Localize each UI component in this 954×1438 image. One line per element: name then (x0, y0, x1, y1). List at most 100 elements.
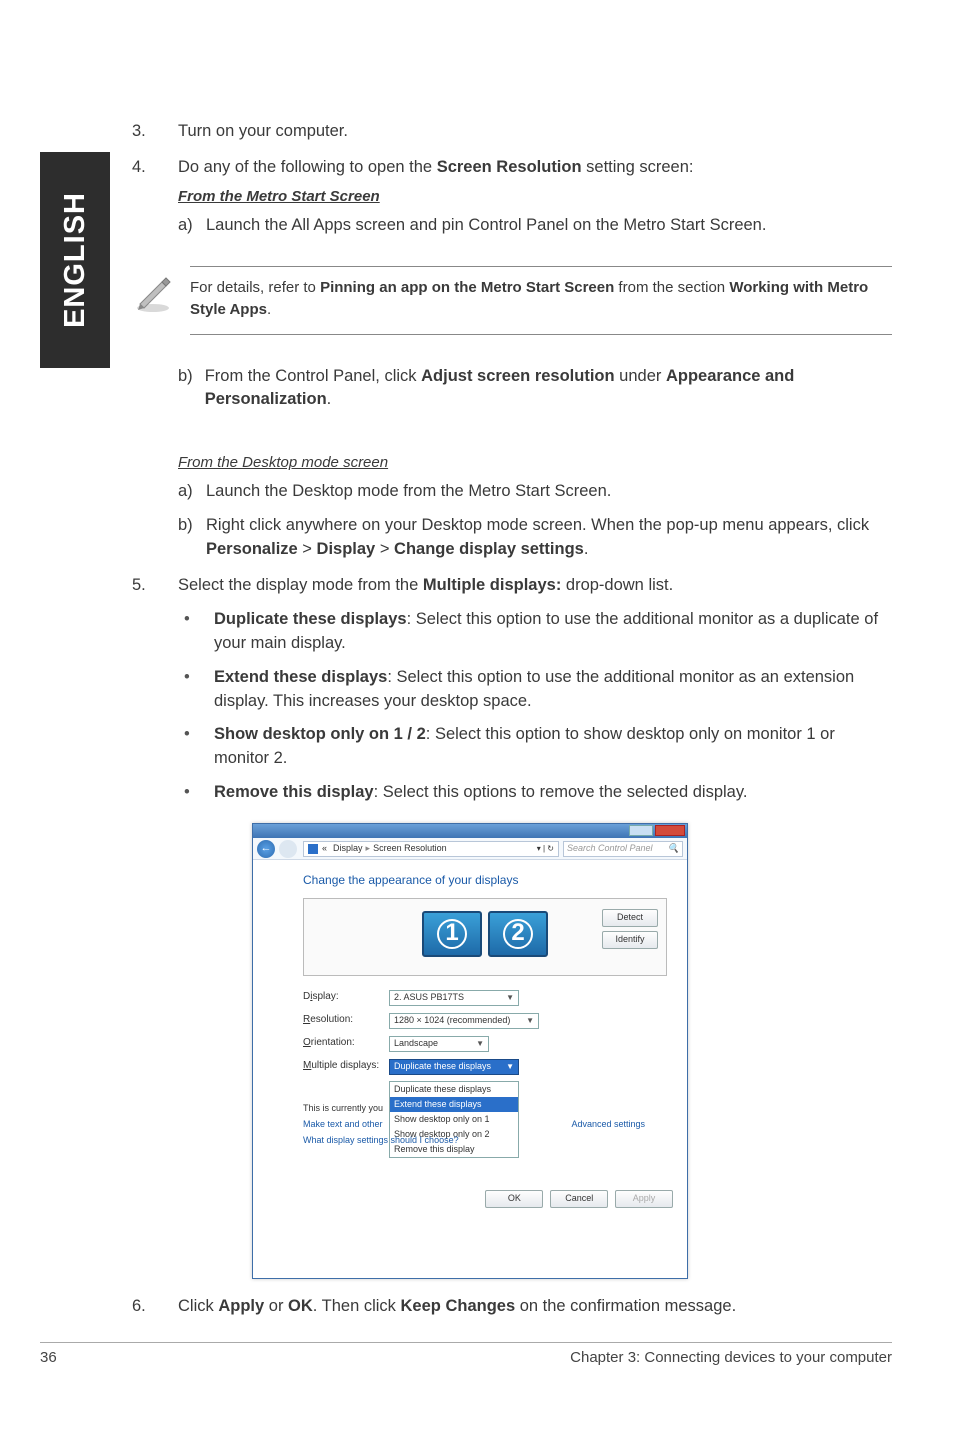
substep-text: From the Control Panel, click Adjust scr… (205, 365, 892, 413)
orientation-row: Orientation: Landscape▼ (303, 1036, 667, 1052)
step-body: Select the display mode from the Multipl… (178, 574, 892, 805)
window-titlebar[interactable] (253, 824, 687, 838)
step-number: 4. (132, 156, 178, 238)
chapter-title: Chapter 3: Connecting devices to your co… (570, 1349, 892, 1366)
step-text: Turn on your computer. (178, 120, 892, 144)
apply-button[interactable]: Apply (615, 1190, 673, 1208)
window: ← « Display ▸ Screen Resolution ▾ | ↻ Se… (252, 823, 688, 1279)
resolution-combo[interactable]: 1280 × 1024 (recommended) ▼ (389, 1013, 539, 1029)
bold-text: Adjust screen resolution (421, 367, 614, 385)
substep-label: b) (178, 365, 205, 413)
window-body: Change the appearance of your displays 1… (253, 860, 687, 1182)
page: ENGLISH 3. Turn on your computer. 4. Do … (0, 0, 954, 1438)
forward-button[interactable] (279, 840, 297, 858)
bullet-duplicate: • Duplicate these displays: Select this … (178, 608, 892, 656)
help-link[interactable]: What display settings should I choose? (303, 1135, 459, 1145)
step-4: 4. Do any of the following to open the S… (132, 156, 892, 238)
display-combo[interactable]: 2. ASUS PB17TS ▼ (389, 990, 519, 1006)
breadcrumb-item[interactable]: Screen Resolution (373, 842, 447, 855)
substep-text: Right click anywhere on your Desktop mod… (206, 514, 892, 562)
bullet-dot: • (178, 723, 214, 771)
bullet-text: Duplicate these displays: Select this op… (214, 608, 892, 656)
step-5: 5. Select the display mode from the Mult… (132, 574, 892, 805)
bold-text: Multiple displays: (423, 576, 561, 594)
window-heading: Change the appearance of your displays (303, 872, 667, 889)
text: setting screen: (582, 158, 694, 176)
bold-text: Remove this display (214, 783, 374, 801)
search-input[interactable]: Search Control Panel 🔍 (563, 841, 683, 857)
multiple-displays-label: Multiple displays: (303, 1059, 389, 1074)
resolution-label: Resolution: (303, 1013, 389, 1028)
bold-text: Duplicate these displays (214, 610, 407, 628)
display-label: Display: (303, 990, 389, 1005)
substep-4a: a) Launch the All Apps screen and pin Co… (178, 214, 892, 238)
substep-label: a) (178, 214, 206, 238)
step-number: 3. (132, 120, 178, 144)
close-button[interactable] (655, 825, 685, 836)
text: on the confirmation message. (515, 1297, 736, 1315)
cancel-button[interactable]: Cancel (550, 1190, 608, 1208)
screen-resolution-screenshot: ← « Display ▸ Screen Resolution ▾ | ↻ Se… (252, 823, 892, 1279)
bullet-dot: • (178, 666, 214, 714)
substep-text: Launch the Desktop mode from the Metro S… (206, 480, 892, 504)
bold-text: Extend these displays (214, 668, 387, 686)
back-button[interactable]: ← (257, 840, 275, 858)
substep-desktop-b: b) Right click anywhere on your Desktop … (178, 514, 892, 562)
step-number: 5. (132, 574, 178, 805)
multiple-displays-combo[interactable]: Duplicate these displays▼ (389, 1059, 519, 1075)
text: > (375, 540, 394, 558)
monitor-1[interactable]: 1 (422, 911, 482, 957)
advanced-settings-link[interactable]: Advanced settings (571, 1118, 645, 1131)
breadcrumb[interactable]: « Display ▸ Screen Resolution ▾ | ↻ (303, 841, 559, 857)
chevron-down-icon: ▼ (506, 992, 514, 1004)
language-tab: ENGLISH (40, 152, 110, 368)
text: . (327, 390, 332, 408)
step-text: Click Apply or OK. Then click Keep Chang… (178, 1295, 892, 1319)
dialog-buttons: OK Cancel Apply (253, 1182, 687, 1218)
subheading-desktop: From the Desktop mode screen (178, 452, 892, 474)
bullet-show-only: • Show desktop only on 1 / 2: Select thi… (178, 723, 892, 771)
text: or (264, 1297, 288, 1315)
ok-button[interactable]: OK (485, 1190, 543, 1208)
note-callout: For details, refer to Pinning an app on … (132, 266, 892, 335)
combo-value: 1280 × 1024 (recommended) (394, 1014, 510, 1027)
note-text: For details, refer to Pinning an app on … (190, 266, 892, 335)
monitor-preview[interactable]: 1 2 Detect Identify (303, 898, 667, 976)
content: 3. Turn on your computer. 4. Do any of t… (132, 120, 892, 1319)
step-6: 6. Click Apply or OK. Then click Keep Ch… (132, 1295, 892, 1319)
dropdown-option[interactable]: Duplicate these displays (390, 1082, 518, 1097)
substep-4b: b) From the Control Panel, click Adjust … (178, 365, 892, 413)
combo-value: 2. ASUS PB17TS (394, 991, 464, 1004)
text: from the section (614, 279, 729, 296)
bold-text: OK (288, 1297, 313, 1315)
detect-button[interactable]: Detect (602, 909, 658, 927)
text: . Then click (313, 1297, 401, 1315)
substep-desktop-a: a) Launch the Desktop mode from the Metr… (178, 480, 892, 504)
search-placeholder: Search Control Panel (567, 842, 653, 855)
identify-button[interactable]: Identify (602, 931, 658, 949)
orientation-combo[interactable]: Landscape▼ (389, 1036, 489, 1052)
desktop-mode-section: From the Desktop mode screen a) Launch t… (178, 452, 892, 562)
breadcrumb-item[interactable]: Display (333, 842, 363, 855)
bold-text: Change display settings (394, 540, 584, 558)
bold-text: Show desktop only on 1 / 2 (214, 725, 426, 743)
orientation-label: Orientation: (303, 1036, 389, 1051)
text: Do any of the following to open the (178, 158, 437, 176)
text-size-link[interactable]: Make text and other (303, 1119, 383, 1129)
multiple-displays-row: Multiple displays: Duplicate these displ… (303, 1059, 667, 1075)
maximize-button[interactable] (629, 825, 653, 836)
substep-text: Launch the All Apps screen and pin Contr… (206, 214, 892, 238)
substep-label: a) (178, 480, 206, 504)
substep-label: b) (178, 514, 206, 562)
text: For details, refer to (190, 279, 320, 296)
text: > (298, 540, 317, 558)
page-footer: 36 Chapter 3: Connecting devices to your… (40, 1342, 892, 1366)
chevron-down-icon: ▼ (526, 1015, 534, 1027)
text: From the Control Panel, click (205, 367, 421, 385)
monitor-2[interactable]: 2 (488, 911, 548, 957)
bold-text: Screen Resolution (437, 158, 582, 176)
text: . (267, 301, 271, 318)
bullet-extend: • Extend these displays: Select this opt… (178, 666, 892, 714)
combo-value: Duplicate these displays (394, 1060, 491, 1073)
nav-bar: ← « Display ▸ Screen Resolution ▾ | ↻ Se… (253, 838, 687, 860)
